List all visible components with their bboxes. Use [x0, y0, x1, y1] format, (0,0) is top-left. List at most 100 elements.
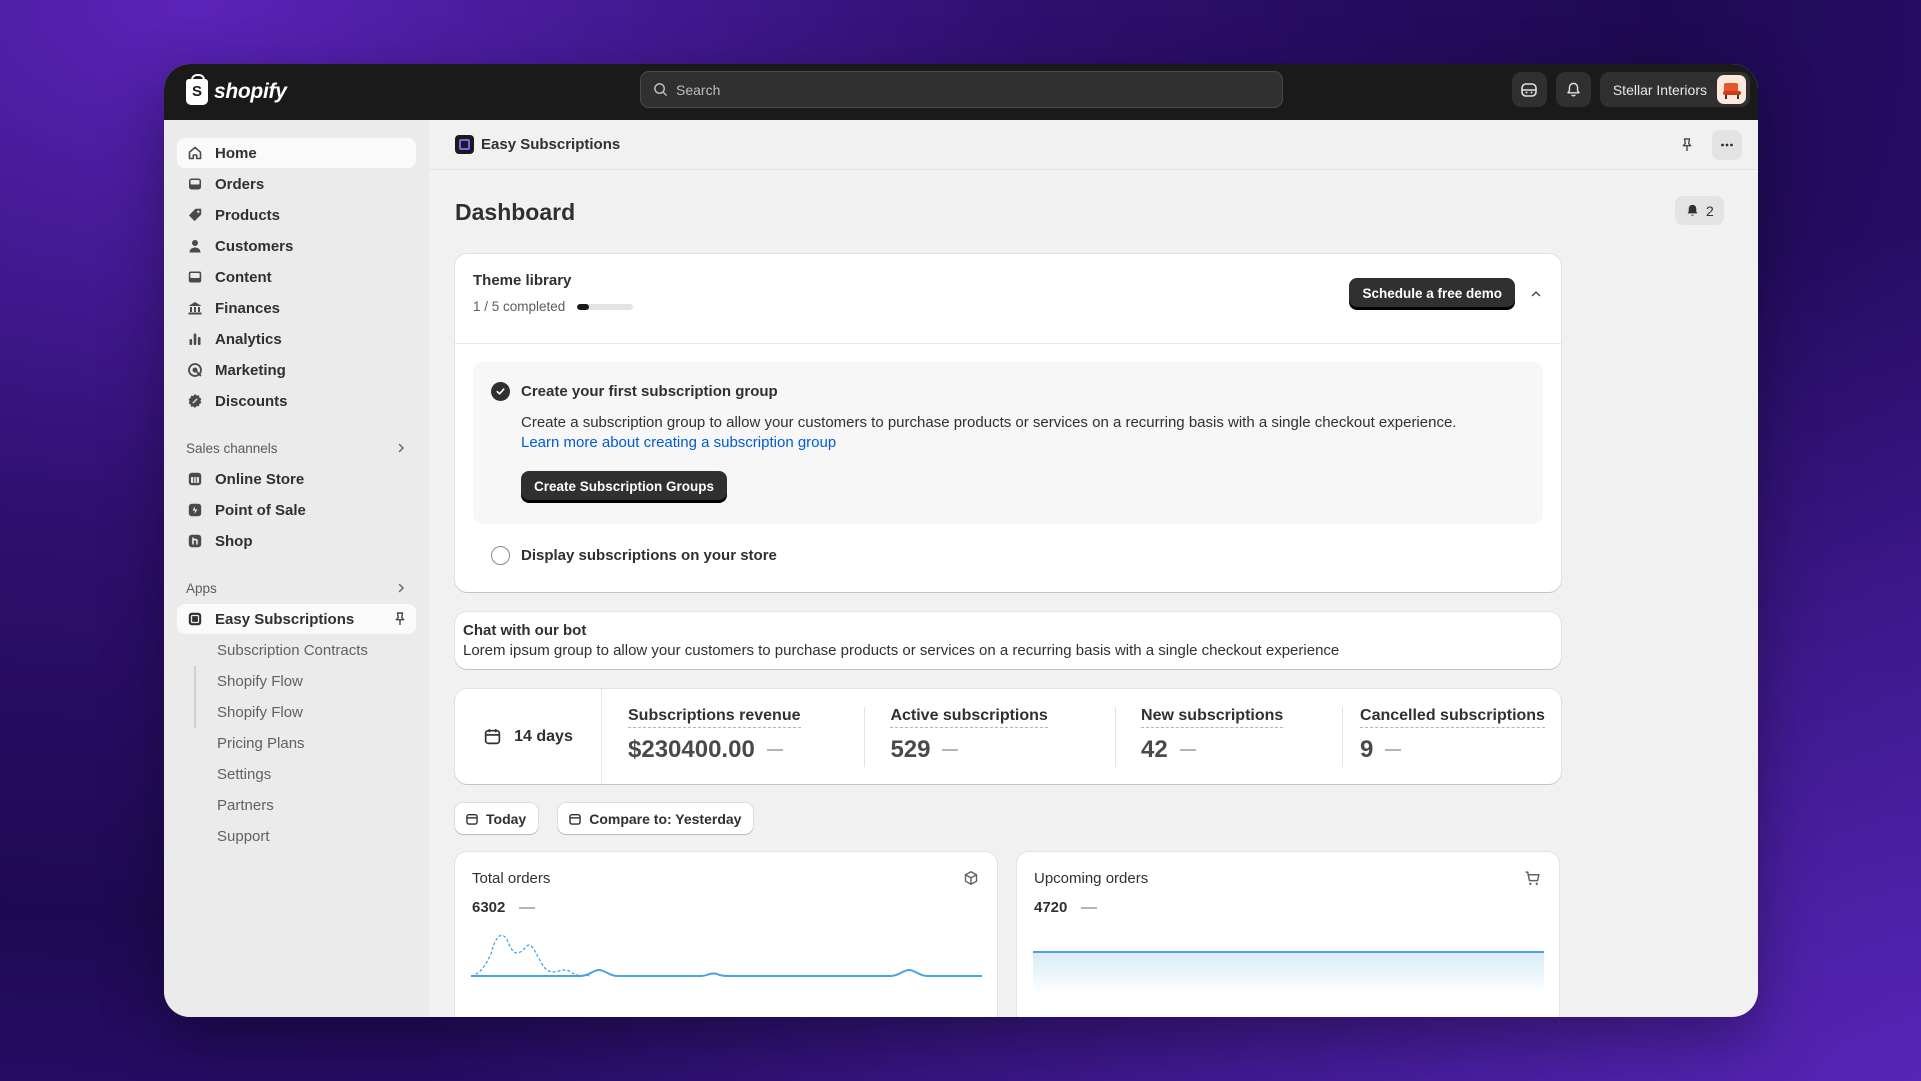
sidebar-item-label: Shop	[215, 532, 253, 550]
chair-icon	[1722, 82, 1741, 99]
chart-title: Upcoming orders	[1034, 870, 1149, 887]
trend-dash	[1179, 748, 1196, 751]
chart-value: 6302	[472, 899, 506, 916]
admin-window: shopify Stellar Interiors Home	[164, 64, 1758, 1017]
app-title: Easy Subscriptions	[481, 136, 621, 153]
sidebar-item-marketing[interactable]: Marketing	[177, 355, 416, 385]
task-display-subscriptions[interactable]: Display subscriptions on your store	[491, 546, 1561, 565]
pin-icon[interactable]	[392, 611, 408, 627]
sidebar-item-analytics[interactable]: Analytics	[177, 324, 416, 354]
calendar-icon	[484, 729, 501, 745]
check-circle-icon[interactable]	[491, 382, 510, 401]
sidebar-subitem-shopify-flow[interactable]: Shopify Flow	[164, 666, 416, 696]
sidebar-subitem-support[interactable]: Support	[164, 821, 416, 851]
app-logo-icon	[455, 135, 474, 154]
sidebar-item-shop[interactable]: Shop	[177, 526, 416, 556]
current-period-line	[471, 968, 982, 977]
sidekick-icon	[1521, 82, 1538, 97]
trend-dash	[1385, 748, 1402, 751]
stat-label: Active subscriptions	[890, 707, 1048, 728]
chevron-up-icon[interactable]	[1529, 287, 1543, 301]
sales-channels-header[interactable]: Sales channels	[186, 438, 407, 458]
schedule-demo-button[interactable]: Schedule a free demo	[1349, 278, 1515, 309]
sidebar-item-online-store[interactable]: Online Store	[177, 464, 416, 494]
sidebar-item-products[interactable]: Products	[177, 200, 416, 230]
sidebar-item-label: Easy Subscriptions	[215, 610, 355, 628]
notifications-button[interactable]	[1555, 72, 1591, 107]
cart-icon	[1525, 871, 1540, 885]
date-range-label: 14 days	[514, 727, 573, 745]
chart-value: 4720	[1034, 899, 1068, 916]
upcoming-area-fill	[1033, 952, 1544, 994]
create-subscription-groups-button[interactable]: Create Subscription Groups	[521, 471, 728, 502]
sidebar-item-customers[interactable]: Customers	[177, 231, 416, 261]
pos-icon	[188, 503, 202, 517]
discount-icon	[188, 394, 202, 408]
shop-icon	[188, 534, 202, 548]
sidebar-item-content[interactable]: Content	[177, 262, 416, 292]
sidebar-item-discounts[interactable]: Discounts	[177, 386, 416, 416]
theme-library-header: Theme library 1 / 5 completed Schedule a…	[455, 254, 1561, 344]
sidebar-item-point-of-sale[interactable]: Point of Sale	[177, 495, 416, 525]
progress-text: 1 / 5 completed	[473, 299, 566, 314]
notifications-badge-button[interactable]: 2	[1675, 196, 1724, 225]
search-bar[interactable]	[640, 71, 1283, 108]
date-range-button[interactable]: 14 days	[455, 689, 602, 784]
sidebar-subitem-pricing-plans[interactable]: Pricing Plans	[164, 728, 416, 758]
home-icon	[188, 146, 202, 160]
stat-value: 9	[1360, 735, 1374, 763]
brand-name: shopify	[214, 80, 287, 103]
trend-dash	[1081, 906, 1098, 909]
stat-new-subscriptions[interactable]: New subscriptions 42	[1115, 706, 1342, 767]
apps-header[interactable]: Apps	[186, 578, 407, 598]
more-actions-button[interactable]	[1712, 129, 1742, 160]
sidebar-item-home[interactable]: Home	[177, 138, 416, 168]
theme-library-card: Theme library 1 / 5 completed Schedule a…	[455, 254, 1561, 592]
filter-label: Compare to: Yesterday	[589, 810, 742, 827]
sidebar-subitem-shopify-flow[interactable]: Shopify Flow	[164, 697, 416, 727]
search-icon	[654, 83, 667, 96]
stat-cancelled-subscriptions[interactable]: Cancelled subscriptions 9	[1342, 706, 1561, 767]
chevron-right-icon	[398, 443, 405, 453]
chat-bot-card[interactable]: Chat with our bot Lorem ipsum group to a…	[455, 612, 1561, 669]
upcoming-orders-card[interactable]: Upcoming orders 4720	[1017, 852, 1559, 1017]
compare-filter-button[interactable]: Compare to: Yesterday	[558, 803, 754, 834]
sidebar-item-label: Customers	[215, 237, 294, 255]
target-icon	[188, 363, 202, 377]
total-orders-card[interactable]: Total orders 6302	[455, 852, 997, 1017]
subscription-stats-card: 14 days Subscriptions revenue $230400.00…	[455, 689, 1561, 784]
pin-app-button[interactable]	[1672, 130, 1702, 160]
date-filter-today-button[interactable]: Today	[455, 803, 539, 834]
bar-chart-icon	[189, 333, 201, 345]
sidebar-item-label: Finances	[215, 299, 281, 317]
task-title[interactable]: Create your first subscription group	[521, 383, 778, 400]
bot-title: Chat with our bot	[463, 622, 587, 639]
stat-subscriptions-revenue[interactable]: Subscriptions revenue $230400.00	[602, 707, 864, 767]
calendar-icon	[569, 813, 581, 825]
store-menu-button[interactable]: Stellar Interiors	[1599, 72, 1750, 107]
sidebar-subitem-settings[interactable]: Settings	[164, 759, 416, 789]
sidebar-item-orders[interactable]: Orders	[177, 169, 416, 199]
sales-channels-label: Sales channels	[186, 440, 278, 456]
sidebar-item-finances[interactable]: Finances	[177, 293, 416, 323]
progress-fill	[577, 303, 589, 310]
top-bar: shopify Stellar Interiors	[164, 64, 1758, 120]
sidebar-subitem-subscription-contracts[interactable]: Subscription Contracts	[164, 635, 416, 665]
sidebar-item-label: Products	[215, 206, 281, 224]
sidebar-item-label: Orders	[215, 175, 265, 193]
search-input[interactable]	[676, 81, 1243, 98]
empty-circle-icon[interactable]	[491, 546, 510, 565]
bank-icon	[188, 302, 202, 315]
sidebar-item-label: Discounts	[215, 392, 288, 410]
chart-title: Total orders	[472, 870, 551, 887]
sidekick-button[interactable]	[1511, 72, 1547, 107]
person-icon	[189, 240, 201, 253]
learn-more-link[interactable]: Learn more about creating a subscription…	[521, 433, 1525, 453]
bell-icon	[1687, 204, 1698, 216]
sidebar-subitem-partners[interactable]: Partners	[164, 790, 416, 820]
task-title: Display subscriptions on your store	[521, 547, 777, 564]
stat-value: 529	[890, 735, 931, 763]
sidebar-item-easy-subscriptions[interactable]: Easy Subscriptions	[177, 604, 416, 634]
shopify-logo[interactable]: shopify	[186, 74, 287, 105]
stat-active-subscriptions[interactable]: Active subscriptions 529	[864, 706, 1115, 767]
